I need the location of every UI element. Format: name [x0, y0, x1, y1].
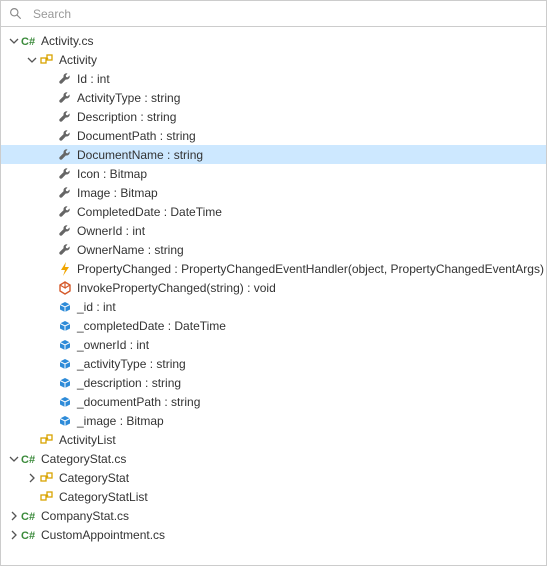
- tree-row[interactable]: CategoryStat: [1, 468, 546, 487]
- wrench-icon: [57, 242, 73, 258]
- chevron-down-icon[interactable]: [7, 452, 21, 466]
- wrench-icon: [57, 204, 73, 220]
- field-icon: [57, 318, 73, 334]
- wrench-icon: [57, 166, 73, 182]
- svg-text:C#: C#: [21, 36, 35, 48]
- search-icon: [7, 6, 23, 22]
- tree-item-label: _image : Bitmap: [77, 414, 172, 428]
- tree-row[interactable]: ActivityList: [1, 430, 546, 449]
- tree-row[interactable]: ActivityType : string: [1, 88, 546, 107]
- tree-row[interactable]: C# Activity.cs: [1, 31, 546, 50]
- field-icon: [57, 337, 73, 353]
- class-icon: [39, 489, 55, 505]
- tree-row[interactable]: PropertyChanged : PropertyChangedEventHa…: [1, 259, 546, 278]
- tree-item-label: ActivityList: [59, 433, 124, 447]
- tree-row[interactable]: _image : Bitmap: [1, 411, 546, 430]
- cs-file-icon: C#: [21, 33, 37, 49]
- tree-item-label: PropertyChanged : PropertyChangedEventHa…: [77, 262, 546, 276]
- tree-row[interactable]: C# CompanyStat.cs: [1, 506, 546, 525]
- svg-text:C#: C#: [21, 530, 35, 542]
- wrench-icon: [57, 90, 73, 106]
- svg-text:C#: C#: [21, 454, 35, 466]
- tree-row[interactable]: _activityType : string: [1, 354, 546, 373]
- class-icon: [39, 470, 55, 486]
- chevron-down-icon[interactable]: [25, 53, 39, 67]
- field-icon: [57, 299, 73, 315]
- field-icon: [57, 413, 73, 429]
- tree-row[interactable]: DocumentName : string: [1, 145, 546, 164]
- svg-text:C#: C#: [21, 511, 35, 523]
- field-icon: [57, 356, 73, 372]
- tree-item-label: Description : string: [77, 110, 184, 124]
- event-icon: [57, 261, 73, 277]
- tree-item-label: OwnerName : string: [77, 243, 192, 257]
- tree-item-label: CompanyStat.cs: [41, 509, 137, 523]
- tree-item-label: Id : int: [77, 72, 118, 86]
- tree-item-label: Image : Bitmap: [77, 186, 166, 200]
- tree-row[interactable]: Description : string: [1, 107, 546, 126]
- tree-item-label: _activityType : string: [77, 357, 194, 371]
- tree-item-label: _ownerId : int: [77, 338, 157, 352]
- tree-item-label: CategoryStatList: [59, 490, 156, 504]
- search-input[interactable]: [33, 7, 540, 21]
- wrench-icon: [57, 71, 73, 87]
- tree-item-label: InvokePropertyChanged(string) : void: [77, 281, 284, 295]
- tree-row[interactable]: _id : int: [1, 297, 546, 316]
- wrench-icon: [57, 223, 73, 239]
- tree-row[interactable]: InvokePropertyChanged(string) : void: [1, 278, 546, 297]
- tree-row[interactable]: _documentPath : string: [1, 392, 546, 411]
- tree-row[interactable]: CategoryStatList: [1, 487, 546, 506]
- tree-row[interactable]: _description : string: [1, 373, 546, 392]
- wrench-icon: [57, 128, 73, 144]
- search-bar: [1, 1, 546, 27]
- tree-item-label: _completedDate : DateTime: [77, 319, 234, 333]
- wrench-icon: [57, 185, 73, 201]
- field-icon: [57, 394, 73, 410]
- method-icon: [57, 280, 73, 296]
- tree-item-label: _id : int: [77, 300, 124, 314]
- tree-item-label: DocumentPath : string: [77, 129, 204, 143]
- tree-row[interactable]: _ownerId : int: [1, 335, 546, 354]
- tree-row[interactable]: OwnerId : int: [1, 221, 546, 240]
- cs-file-icon: C#: [21, 508, 37, 524]
- tree-item-label: Activity.cs: [41, 34, 101, 48]
- cs-file-icon: C#: [21, 451, 37, 467]
- chevron-down-icon[interactable]: [7, 34, 21, 48]
- tree-row[interactable]: CompletedDate : DateTime: [1, 202, 546, 221]
- tree-row[interactable]: Id : int: [1, 69, 546, 88]
- tree-item-label: CategoryStat: [59, 471, 137, 485]
- tree-item-label: CategoryStat.cs: [41, 452, 134, 466]
- chevron-right-icon[interactable]: [7, 509, 21, 523]
- tree-row[interactable]: DocumentPath : string: [1, 126, 546, 145]
- tree-row[interactable]: Activity: [1, 50, 546, 69]
- tree-row[interactable]: C# CategoryStat.cs: [1, 449, 546, 468]
- tree-item-label: DocumentName : string: [77, 148, 211, 162]
- tree-item-label: OwnerId : int: [77, 224, 153, 238]
- tree-row[interactable]: Icon : Bitmap: [1, 164, 546, 183]
- class-icon: [39, 432, 55, 448]
- tree-item-label: Activity: [59, 53, 105, 67]
- tree-row[interactable]: Image : Bitmap: [1, 183, 546, 202]
- tree-item-label: Icon : Bitmap: [77, 167, 155, 181]
- tree-row[interactable]: _completedDate : DateTime: [1, 316, 546, 335]
- tree-row[interactable]: C# CustomAppointment.cs: [1, 525, 546, 544]
- tree-item-label: ActivityType : string: [77, 91, 188, 105]
- file-member-tree[interactable]: C# Activity.cs Activity Id : int ActivityTyp…: [1, 27, 546, 565]
- chevron-right-icon[interactable]: [7, 528, 21, 542]
- wrench-icon: [57, 109, 73, 125]
- field-icon: [57, 375, 73, 391]
- tree-item-label: CustomAppointment.cs: [41, 528, 173, 542]
- tree-row[interactable]: OwnerName : string: [1, 240, 546, 259]
- tree-item-label: _documentPath : string: [77, 395, 208, 409]
- wrench-icon: [57, 147, 73, 163]
- tree-item-label: CompletedDate : DateTime: [77, 205, 230, 219]
- tree-item-label: _description : string: [77, 376, 189, 390]
- cs-file-icon: C#: [21, 527, 37, 543]
- chevron-right-icon[interactable]: [25, 471, 39, 485]
- class-icon: [39, 52, 55, 68]
